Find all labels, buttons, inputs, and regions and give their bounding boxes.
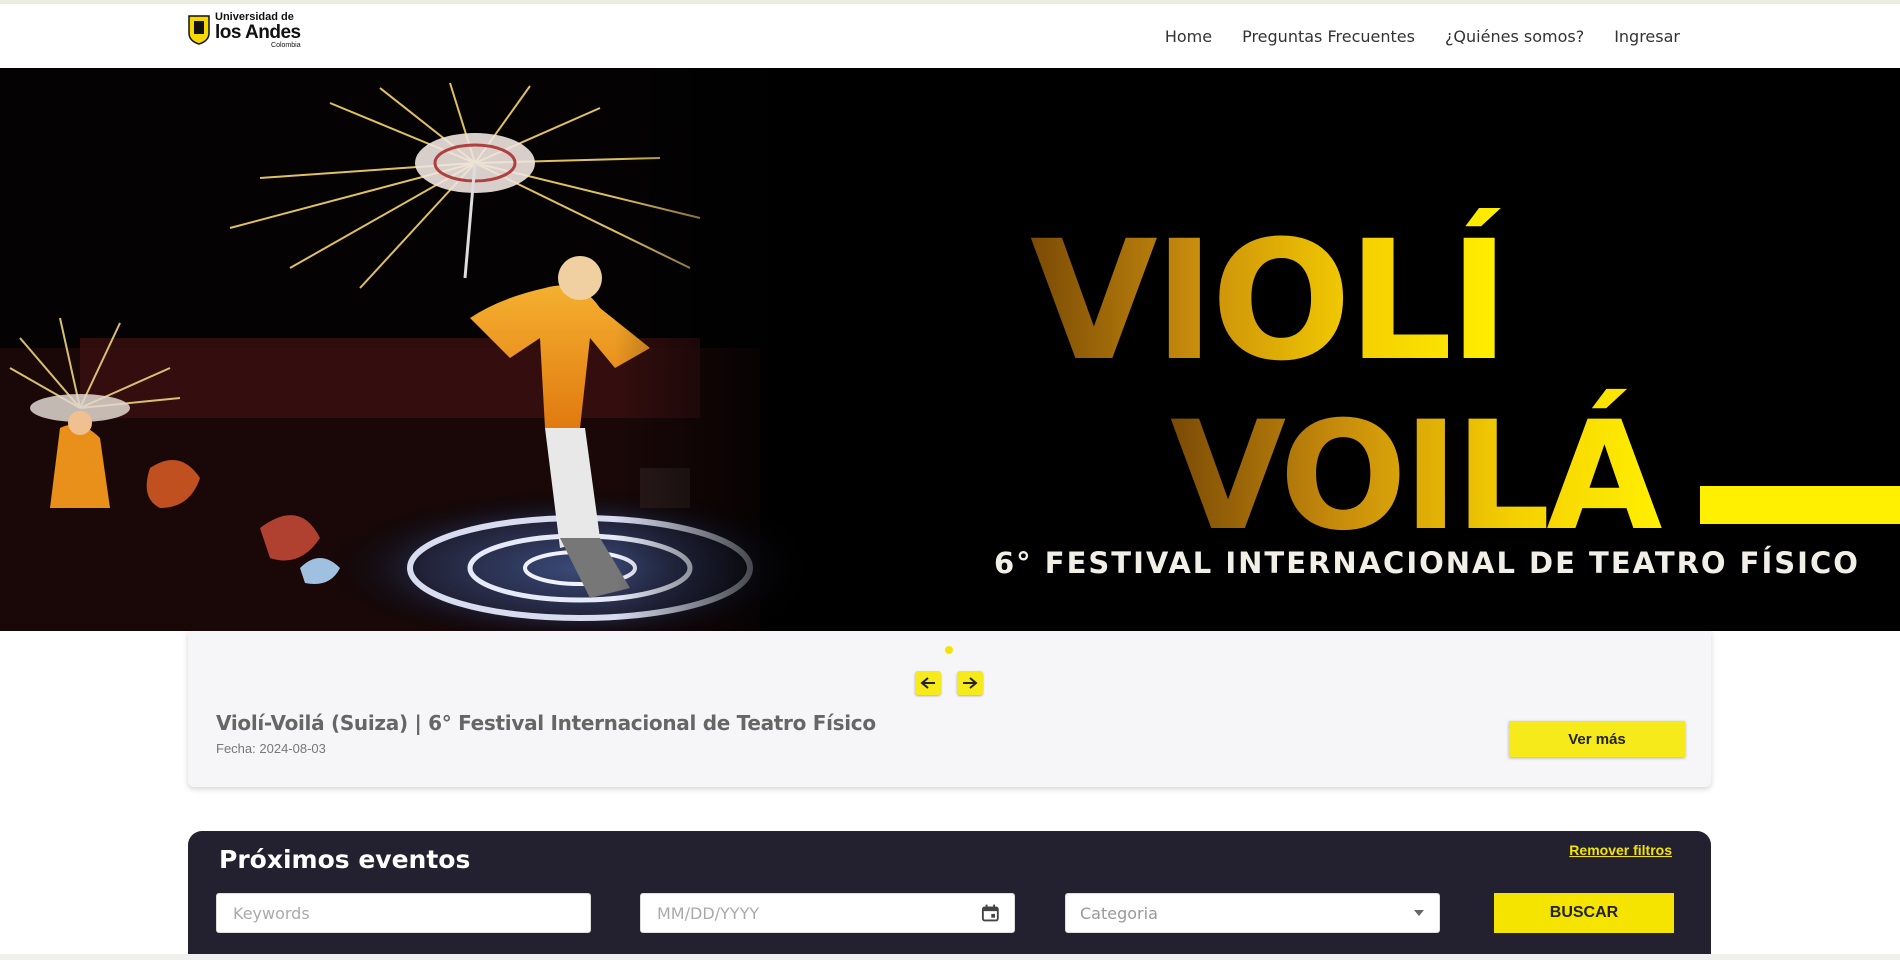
- keywords-input[interactable]: [231, 902, 576, 924]
- hero-title-line1: VIOLÍ: [1030, 208, 1506, 397]
- nav-faq[interactable]: Preguntas Frecuentes: [1242, 27, 1415, 46]
- nav-about[interactable]: ¿Quiénes somos?: [1445, 27, 1584, 46]
- date-label: Fecha:: [216, 741, 256, 756]
- remove-filters-link[interactable]: Remover filtros: [1569, 842, 1672, 858]
- category-select[interactable]: Categoria: [1065, 893, 1440, 933]
- university-logo[interactable]: Universidad de los Andes Colombia: [188, 12, 301, 58]
- hero-banner[interactable]: VIOLÍ VOILÁ 6° FESTIVAL INTERNACIONAL DE…: [0, 68, 1900, 631]
- hero-title-art: VIOLÍ VOILÁ: [1030, 208, 1900, 548]
- logo-line3: Colombia: [271, 42, 301, 49]
- featured-event-date: Fecha: 2024-08-03: [216, 741, 326, 756]
- performer-photo: [0, 68, 820, 631]
- events-title: Próximos eventos: [219, 845, 471, 874]
- carousel-next-button[interactable]: [957, 671, 983, 695]
- featured-event-card: Violí-Voilá (Suiza) | 6° Festival Intern…: [188, 631, 1711, 787]
- site-header: Universidad de los Andes Colombia Home P…: [0, 4, 1900, 69]
- hero-subtitle: 6° FESTIVAL INTERNACIONAL DE TEATRO FÍSI…: [994, 546, 1860, 580]
- search-button[interactable]: BUSCAR: [1494, 893, 1674, 933]
- main-nav: Home Preguntas Frecuentes ¿Quiénes somos…: [1135, 4, 1680, 68]
- nav-login[interactable]: Ingresar: [1614, 27, 1680, 46]
- date-input[interactable]: [655, 902, 982, 924]
- logo-line2: los Andes: [215, 22, 301, 43]
- upcoming-events-panel: Próximos eventos Remover filtros Categor…: [188, 831, 1711, 960]
- category-placeholder: Categoria: [1080, 903, 1158, 923]
- date-value: 2024-08-03: [259, 741, 326, 756]
- ver-mas-button[interactable]: Ver más: [1509, 721, 1685, 757]
- arrow-left-icon: [920, 677, 935, 689]
- featured-event-title[interactable]: Violí-Voilá (Suiza) | 6° Festival Intern…: [216, 711, 876, 735]
- nav-home[interactable]: Home: [1165, 27, 1212, 46]
- bottom-strip: [0, 954, 1900, 960]
- keywords-field[interactable]: [216, 893, 591, 933]
- carousel-prev-button[interactable]: [915, 671, 941, 695]
- chevron-down-icon: [1414, 910, 1424, 916]
- calendar-icon[interactable]: [981, 903, 1000, 923]
- date-field[interactable]: [640, 893, 1015, 933]
- arrow-right-icon: [963, 677, 978, 689]
- shield-logo-icon: [188, 15, 210, 45]
- hero-title-line2: VOILÁ: [1170, 389, 1662, 548]
- carousel-indicator[interactable]: [945, 646, 953, 654]
